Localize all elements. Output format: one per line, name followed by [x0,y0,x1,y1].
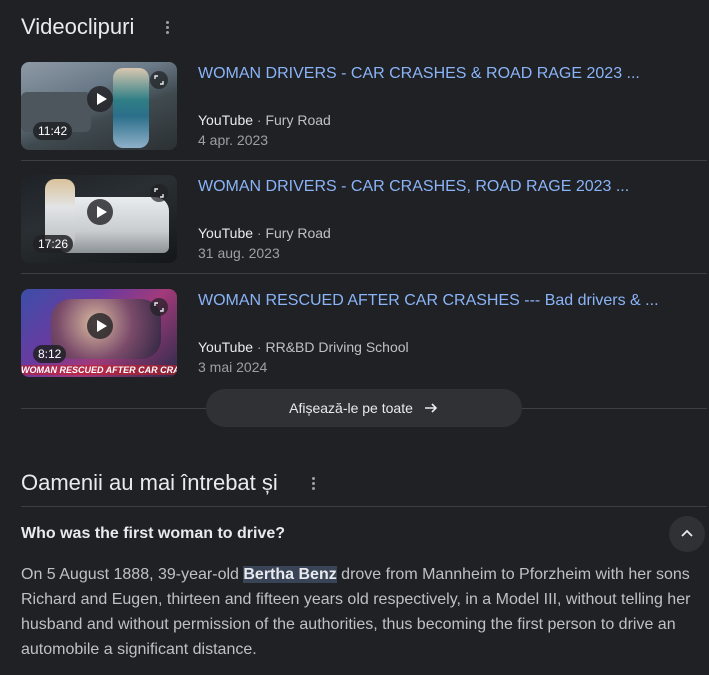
meta-separator: · [256,225,262,241]
video-title-link[interactable]: WOMAN DRIVERS - CAR CRASHES & ROAD RAGE … [198,65,640,83]
play-icon [87,86,113,112]
arrow-right-icon [424,403,438,413]
video-item-2[interactable]: 17:26 WOMAN DRIVERS - CAR CRASHES, ROAD … [21,175,707,274]
play-icon [87,313,113,339]
video-platform: YouTube [198,225,254,241]
paa-answer: On 5 August 1888, 39-year-old Bertha Ben… [21,562,701,662]
video-platform: YouTube [198,112,254,128]
show-all-button[interactable]: Afișează-le pe toate [206,389,522,427]
show-all-label: Afișează-le pe toate [289,400,413,416]
video-channel: Fury Road [265,112,331,128]
expand-icon [150,298,168,316]
video-title-link[interactable]: WOMAN RESCUED AFTER CAR CRASHES --- Bad … [198,292,659,310]
video-source: YouTube · Fury Road [198,225,331,241]
video-duration: 17:26 [33,235,74,253]
thumb-figure [113,68,149,148]
meta-separator: · [256,112,262,128]
video-source: YouTube · RR&BD Driving School [198,339,409,355]
collapse-button[interactable] [669,516,705,552]
video-date: 4 apr. 2023 [198,132,269,148]
video-title-link[interactable]: WOMAN DRIVERS - CAR CRASHES, ROAD RAGE 2… [198,178,629,196]
paa-section-title: Oamenii au mai întrebat și [21,470,278,496]
video-thumbnail-1[interactable]: 11:42 [21,62,177,150]
video-duration: 11:42 [33,122,73,140]
videos-title-text: Videoclipuri [21,14,135,39]
paa-question[interactable]: Who was the first woman to drive? [21,525,285,543]
video-source: YouTube · Fury Road [198,112,331,128]
answer-text-before: On 5 August 1888, 39-year-old [21,566,244,583]
video-date: 3 mai 2024 [198,359,268,375]
expand-icon [150,71,168,89]
answer-highlight: Bertha Benz [243,566,337,583]
video-thumbnail-3[interactable]: 8:12 WOMAN RESCUED AFTER CAR CRASHES [21,289,177,377]
paa-title-text: Oamenii au mai întrebat și [21,470,278,495]
paa-more-options-icon[interactable] [303,473,323,493]
video-date: 31 aug. 2023 [198,245,280,261]
video-duration: 8:12 [33,345,67,363]
video-item-3[interactable]: 8:12 WOMAN RESCUED AFTER CAR CRASHES WOM… [21,289,707,387]
meta-separator: · [256,339,262,355]
thumb-car [61,197,169,253]
video-channel: RR&BD Driving School [265,339,409,355]
video-thumbnail-2[interactable]: 17:26 [21,175,177,263]
video-item-1[interactable]: 11:42 WOMAN DRIVERS - CAR CRASHES & ROAD… [21,62,707,161]
expand-icon [150,184,168,202]
play-icon [87,199,113,225]
chevron-up-icon [681,529,693,537]
videos-more-options-icon[interactable] [157,17,177,37]
videos-section-title: Videoclipuri [21,14,134,40]
paa-divider [21,506,707,507]
video-channel: Fury Road [265,225,331,241]
video-platform: YouTube [198,339,254,355]
thumb-caption: WOMAN RESCUED AFTER CAR CRASHES [21,365,177,375]
